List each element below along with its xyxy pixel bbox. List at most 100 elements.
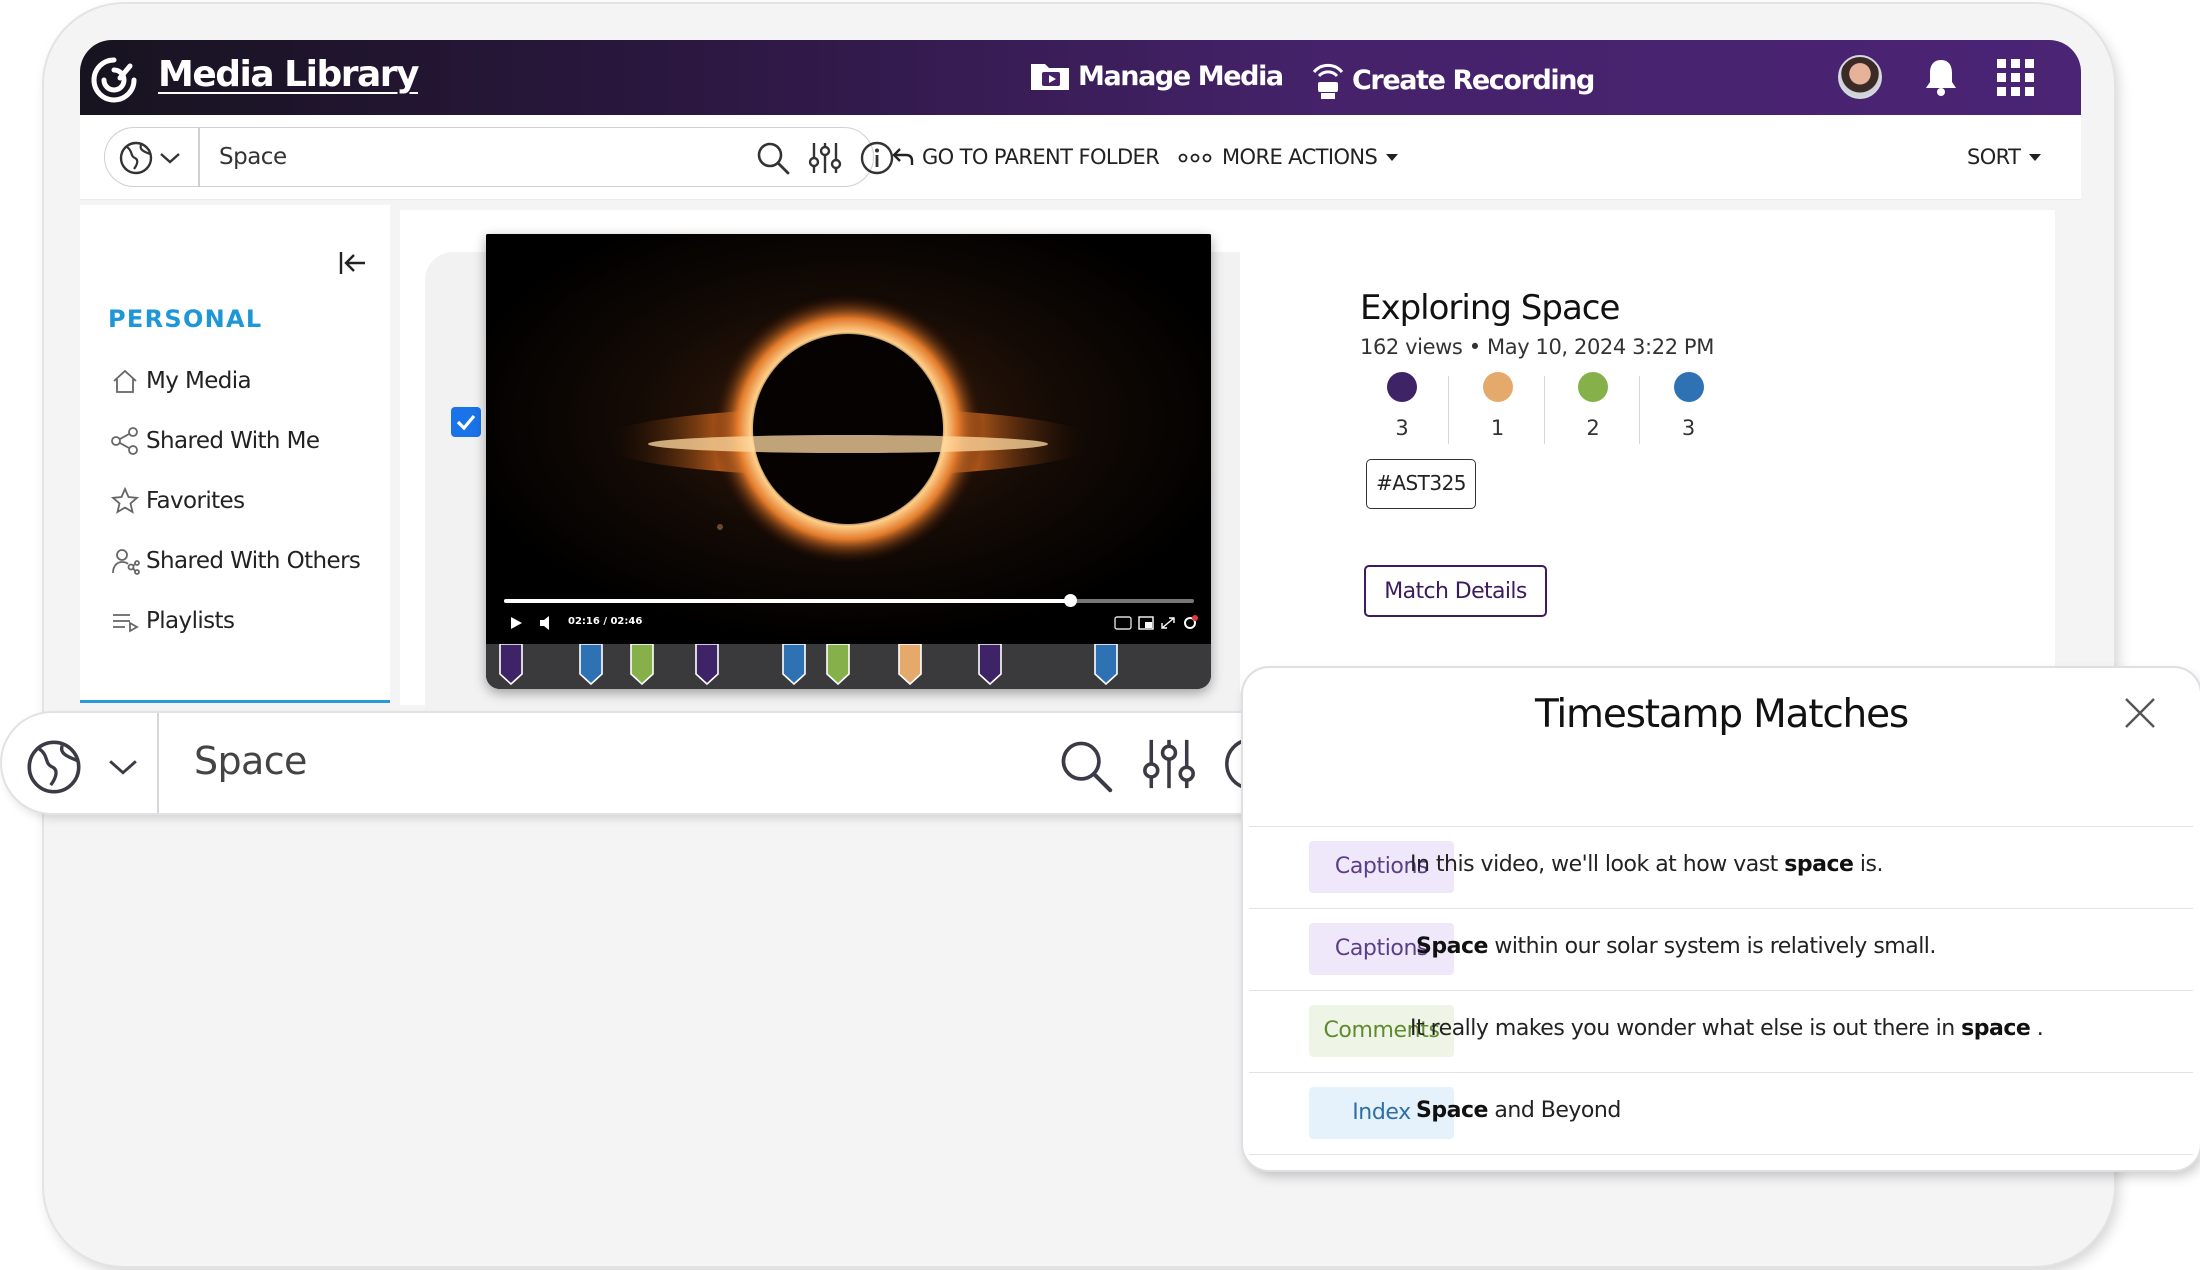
view-count: 162 views bbox=[1360, 335, 1463, 359]
match-highlight: Space bbox=[1416, 934, 1488, 959]
timeline-marker[interactable] bbox=[498, 644, 524, 686]
timestamp-match-row[interactable]: Index Space and Beyond bbox=[1249, 1073, 2193, 1155]
search-icon[interactable] bbox=[755, 140, 791, 176]
video-player[interactable]: 02:16 / 02:46 bbox=[486, 234, 1211, 689]
search-icon[interactable] bbox=[1057, 737, 1115, 795]
create-recording-button[interactable]: Create Recording bbox=[1308, 58, 1595, 102]
match-highlight: space bbox=[1784, 852, 1854, 877]
match-count: 3 bbox=[1395, 416, 1409, 440]
black-hole-thumbnail bbox=[486, 234, 1211, 644]
app-title[interactable]: Media Library bbox=[158, 54, 420, 95]
match-stat[interactable]: 2 bbox=[1568, 372, 1618, 440]
timeline-marker[interactable] bbox=[629, 644, 655, 686]
sidebar-item-label: Playlists bbox=[146, 608, 235, 634]
info-icon[interactable] bbox=[859, 140, 895, 176]
sidebar-item-favorites[interactable]: Favorites bbox=[110, 487, 245, 515]
video-time-display: 02:16 / 02:46 bbox=[568, 616, 643, 627]
sidebar-item-shared-with-others[interactable]: Shared With Others bbox=[110, 547, 361, 575]
user-share-icon bbox=[112, 549, 140, 575]
go-to-parent-folder-button[interactable]: GO TO PARENT FOLDER bbox=[892, 145, 1160, 169]
sidebar-item-label: Shared With Me bbox=[146, 428, 320, 454]
match-stat[interactable]: 1 bbox=[1473, 372, 1523, 440]
sidebar-item-playlists[interactable]: Playlists bbox=[110, 607, 235, 635]
timeline-marker[interactable] bbox=[694, 644, 720, 686]
go-to-parent-label: GO TO PARENT FOLDER bbox=[922, 145, 1160, 169]
match-highlight: space bbox=[1961, 1016, 2031, 1041]
match-type-dot bbox=[1673, 372, 1704, 402]
search-input[interactable]: Space bbox=[219, 144, 287, 170]
volume-icon[interactable] bbox=[538, 615, 556, 631]
match-text: In this video, we'll look at how vast sp… bbox=[1410, 852, 1883, 877]
match-stat[interactable]: 3 bbox=[1664, 372, 1714, 440]
timestamp-matches-list: Captions In this video, we'll look at how… bbox=[1249, 826, 2193, 1155]
playlist-icon bbox=[113, 614, 139, 633]
match-text: Space and Beyond bbox=[1416, 1098, 1621, 1123]
timeline-marker[interactable] bbox=[897, 644, 923, 686]
collapse-sidebar-icon[interactable] bbox=[338, 250, 368, 276]
sidebar-item-label: My Media bbox=[146, 368, 252, 394]
timestamp-matches-title: Timestamp Matches bbox=[1534, 692, 1909, 737]
brand-logo-icon[interactable] bbox=[90, 56, 138, 104]
video-progress-fill bbox=[504, 599, 1070, 603]
chevron-down-icon[interactable] bbox=[106, 757, 140, 777]
timestamp-match-row[interactable]: Captions In this video, we'll look at how… bbox=[1249, 827, 2193, 909]
media-tag[interactable]: #AST325 bbox=[1366, 459, 1477, 509]
media-select-checkbox[interactable] bbox=[451, 407, 481, 437]
sort-button[interactable]: SORT bbox=[1967, 145, 2042, 169]
sidebar-item-label: Shared With Others bbox=[146, 548, 361, 574]
timestamp-match-row[interactable]: Captions Space within our solar system is… bbox=[1249, 909, 2193, 991]
manage-media-button[interactable]: Manage Media bbox=[1028, 58, 1284, 94]
filter-sliders-icon[interactable] bbox=[1140, 735, 1198, 793]
search-divider bbox=[157, 713, 159, 813]
globe-icon[interactable] bbox=[26, 739, 82, 795]
video-scrubber-handle[interactable] bbox=[1063, 594, 1077, 607]
timeline-marker[interactable] bbox=[1093, 644, 1119, 686]
timeline-marker[interactable] bbox=[825, 644, 851, 686]
settings-gear-icon[interactable] bbox=[1182, 615, 1198, 631]
share-icon bbox=[111, 427, 138, 455]
bell-icon[interactable] bbox=[1923, 56, 1959, 98]
folder-media-icon bbox=[1031, 64, 1069, 90]
match-text-before: In this video, we'll look at how vast bbox=[1410, 852, 1785, 877]
match-count: 2 bbox=[1586, 416, 1600, 440]
more-actions-button[interactable]: MORE ACTIONS bbox=[1178, 145, 1399, 169]
media-card-details-panel bbox=[1240, 252, 2030, 692]
media-title[interactable]: Exploring Space bbox=[1360, 288, 1620, 328]
filter-sliders-icon[interactable] bbox=[807, 140, 843, 176]
return-arrow-icon bbox=[892, 148, 914, 165]
search-bar: Space bbox=[104, 127, 894, 187]
search-scope-dropdown[interactable] bbox=[119, 141, 181, 175]
match-text: It really makes you wonder what else is … bbox=[1410, 1016, 2044, 1041]
match-count: 1 bbox=[1490, 416, 1505, 440]
caret-down-icon bbox=[1386, 154, 1399, 161]
timeline-marker[interactable] bbox=[781, 644, 807, 686]
video-progress-bar[interactable] bbox=[504, 594, 1194, 607]
play-icon[interactable] bbox=[508, 615, 524, 631]
closed-captions-icon[interactable] bbox=[1114, 616, 1132, 630]
checkmark-icon bbox=[456, 414, 476, 431]
picture-in-picture-icon[interactable] bbox=[1138, 616, 1154, 630]
match-type-dot bbox=[1482, 372, 1513, 402]
sidebar: PERSONAL My Media Shared With Me Favorit… bbox=[80, 205, 390, 703]
search-bar-zoomed: Space bbox=[2, 713, 1306, 813]
globe-icon bbox=[119, 141, 153, 175]
timestamp-match-row[interactable]: Comments It really makes you wonder what … bbox=[1249, 991, 2193, 1073]
search-input-zoomed[interactable]: Space bbox=[194, 739, 307, 783]
sidebar-item-label: Favorites bbox=[146, 488, 245, 514]
media-meta: 162 views • May 10, 2024 3:22 PM bbox=[1360, 335, 1714, 359]
ellipsis-icon bbox=[1178, 153, 1212, 163]
close-icon[interactable] bbox=[2123, 696, 2157, 730]
match-stat[interactable]: 3 bbox=[1377, 372, 1427, 440]
match-text-before: It really makes you wonder what else is … bbox=[1410, 1016, 1962, 1041]
match-details-button[interactable]: Match Details bbox=[1364, 565, 1547, 617]
sidebar-item-shared-with-me[interactable]: Shared With Me bbox=[110, 427, 320, 455]
apps-grid-icon[interactable] bbox=[1996, 58, 2036, 98]
fullscreen-icon[interactable] bbox=[1160, 616, 1176, 630]
match-text-after: is. bbox=[1853, 852, 1884, 877]
timeline-marker[interactable] bbox=[578, 644, 604, 686]
timeline-marker[interactable] bbox=[977, 644, 1003, 686]
sidebar-item-my-media[interactable]: My Media bbox=[110, 367, 252, 395]
match-text: Space within our solar system is relativ… bbox=[1416, 934, 1936, 959]
user-avatar[interactable] bbox=[1838, 55, 1882, 99]
timestamp-matches-panel: Timestamp Matches Captions In this video,… bbox=[1243, 668, 2200, 1170]
